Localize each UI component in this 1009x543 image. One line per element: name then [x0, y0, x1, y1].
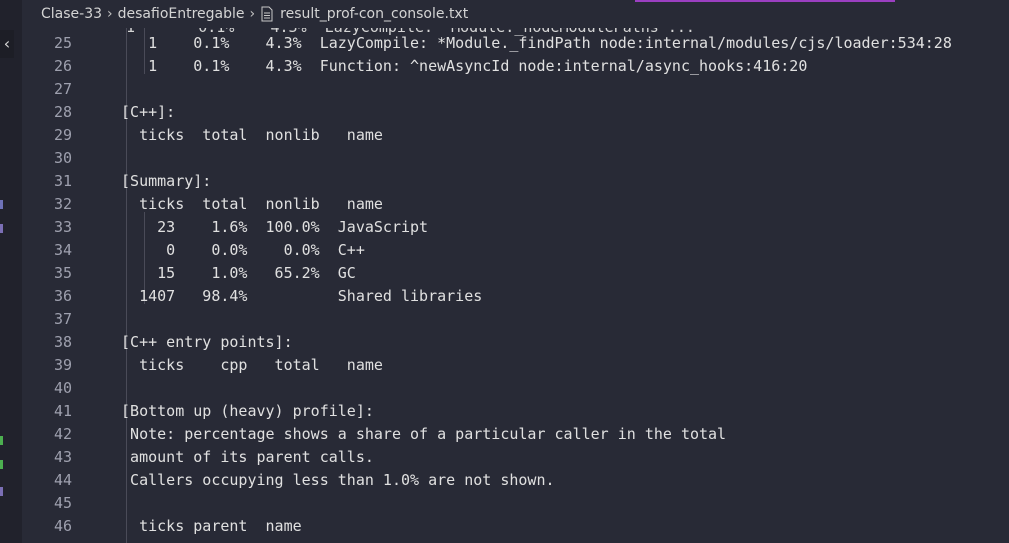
activity-strip: ‹ [0, 0, 22, 543]
chevron-right-icon: › [249, 6, 256, 22]
code-line[interactable]: 40 [22, 377, 1009, 400]
line-number: 36 [53, 287, 72, 305]
code-text: 1 0.1% 4.3% LazyCompile: *Module._findPa… [112, 34, 952, 52]
code-line[interactable]: 29 ticks total nonlib name [22, 124, 1009, 147]
code-line[interactable]: 27 [22, 78, 1009, 101]
code-text: Note: percentage shows a share of a part… [112, 425, 727, 443]
breadcrumb-folder[interactable]: Clase-33 [41, 6, 102, 22]
code-line[interactable]: 44 Callers occupying less than 1.0% are … [22, 469, 1009, 492]
code-line[interactable]: 28 [C++]: [22, 101, 1009, 124]
code-text: [Bottom up (heavy) profile]: [112, 402, 374, 420]
code-line[interactable]: 41 [Bottom up (heavy) profile]: [22, 400, 1009, 423]
line-number: 27 [53, 80, 72, 98]
line-number: 28 [53, 103, 72, 121]
scm-marker-icon [0, 487, 3, 496]
scm-marker-icon [0, 460, 3, 469]
code-text: [C++]: [112, 103, 176, 121]
code-text: 15 1.0% 65.2% GC [112, 264, 356, 282]
line-number: 39 [53, 356, 72, 374]
line-number: 25 [53, 34, 72, 52]
code-line[interactable]: 30 [22, 147, 1009, 170]
scm-marker-icon [0, 436, 3, 445]
code-text: [Summary]: [112, 172, 212, 190]
code-text: ticks cpp total name [112, 356, 383, 374]
scm-marker-icon [0, 224, 3, 233]
code-line[interactable]: 38 [C++ entry points]: [22, 331, 1009, 354]
line-number: 42 [53, 425, 72, 443]
code-text: amount of its parent calls. [112, 448, 374, 466]
line-number: 33 [53, 218, 72, 236]
breadcrumb-folder[interactable]: desafioEntregable [118, 6, 245, 22]
line-number: 31 [53, 172, 72, 190]
code-text: 0 0.0% 0.0% C++ [112, 241, 365, 259]
breadcrumb-file[interactable]: result_prof-con_console.txt [280, 6, 468, 22]
line-number: 40 [53, 379, 72, 397]
line-number: 38 [53, 333, 72, 351]
line-number: 44 [53, 471, 72, 489]
code-line[interactable]: 37 [22, 308, 1009, 331]
code-line[interactable]: 39 ticks cpp total name [22, 354, 1009, 377]
code-text: 1 0.1% 4.3% Function: ^newAsyncId node:i… [112, 57, 808, 75]
code-line[interactable]: 26 1 0.1% 4.3% Function: ^newAsyncId nod… [22, 55, 1009, 78]
line-number: 29 [53, 126, 72, 144]
code-line[interactable]: 34 0 0.0% 0.0% C++ [22, 239, 1009, 262]
line-number: 34 [53, 241, 72, 259]
scm-marker-icon [0, 200, 3, 209]
line-number: 37 [53, 310, 72, 328]
code-text: ticks total nonlib name [112, 126, 383, 144]
code-editor[interactable]: 1 0.1% 4.3% LazyCompile: *Module._nodeMo… [22, 28, 1009, 543]
code-text: Callers occupying less than 1.0% are not… [112, 471, 555, 489]
code-line[interactable]: 25 1 0.1% 4.3% LazyCompile: *Module._fin… [22, 32, 1009, 55]
code-line[interactable]: 36 1407 98.4% Shared libraries [22, 285, 1009, 308]
chevron-right-icon: › [107, 6, 113, 22]
code-line[interactable]: 33 23 1.6% 100.0% JavaScript [22, 216, 1009, 239]
collapse-chevron-icon[interactable]: ‹ [0, 30, 14, 58]
line-number: 32 [53, 195, 72, 213]
line-number: 35 [53, 264, 72, 282]
line-number: 45 [53, 494, 72, 512]
code-line[interactable]: 46 ticks parent name [22, 515, 1009, 538]
code-text: [C++ entry points]: [112, 333, 293, 351]
code-text: 1407 98.4% Shared libraries [112, 287, 483, 305]
code-line[interactable]: 35 15 1.0% 65.2% GC [22, 262, 1009, 285]
code-line[interactable]: 42 Note: percentage shows a share of a p… [22, 423, 1009, 446]
code-line[interactable]: 31 [Summary]: [22, 170, 1009, 193]
code-line[interactable]: 45 [22, 492, 1009, 515]
code-line[interactable]: 32 ticks total nonlib name [22, 193, 1009, 216]
line-number: 46 [53, 517, 72, 535]
breadcrumb: Clase-33 › desafioEntregable › result_pr… [22, 0, 1009, 28]
code-text: 23 1.6% 100.0% JavaScript [112, 218, 429, 236]
code-line[interactable]: 43 amount of its parent calls. [22, 446, 1009, 469]
line-number: 26 [53, 57, 72, 75]
code-text: ticks total nonlib name [112, 195, 383, 213]
line-number: 43 [53, 448, 72, 466]
line-number: 30 [53, 149, 72, 167]
file-icon [261, 6, 273, 22]
code-text: ticks parent name [112, 517, 302, 535]
line-number: 41 [53, 402, 72, 420]
